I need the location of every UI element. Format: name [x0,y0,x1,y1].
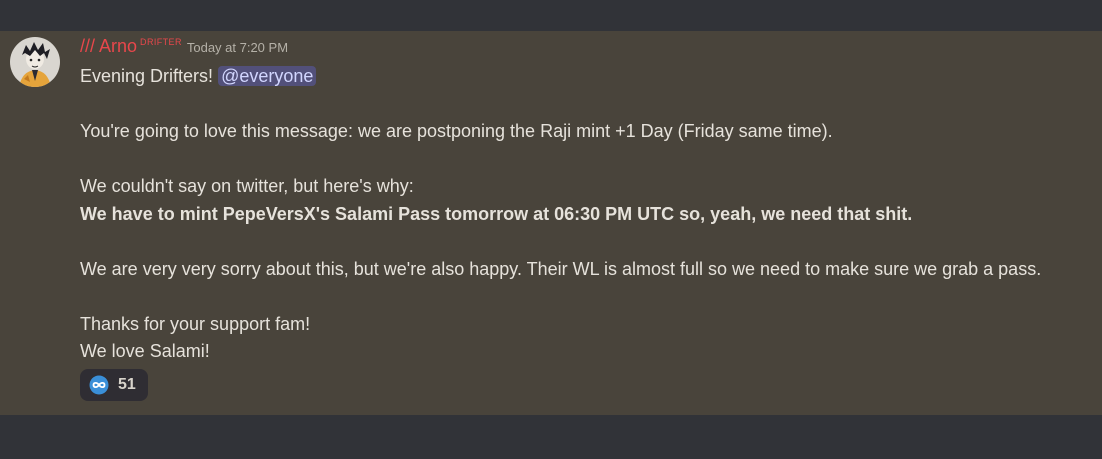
chat-message: /// Arno DRIFTER Today at 7:20 PM Evening … [0,31,1102,415]
message-text: Evening Drifters! [80,66,219,86]
message-line: We couldn't say on twitter, but here's w… [80,176,414,196]
message-header: /// Arno DRIFTER Today at 7:20 PM [80,36,288,58]
message-line: We are very very sorry about this, but w… [80,258,1042,279]
everyone-mention[interactable]: @everyone [218,66,317,86]
message-line: We love Salami! [80,341,210,361]
message-line: Thanks for your support fam! [80,313,311,334]
message-line: Evening Drifters! @everyone [80,63,1095,91]
role-tag: DRIFTER [140,37,182,47]
message-line-bold: We have to mint PepeVersX's Salami Pass … [80,203,913,224]
message-timestamp[interactable]: Today at 7:20 PM [187,40,288,55]
message-line: You're going to love this message: we ar… [80,121,833,141]
reaction-count: 51 [118,376,136,393]
avatar[interactable] [10,37,60,87]
reaction-button[interactable]: 51 [80,369,148,401]
infinity-emoji-icon [89,375,109,395]
message-content: Evening Drifters! @everyone You're going… [80,63,1095,366]
author-name[interactable]: /// Arno [80,36,137,56]
